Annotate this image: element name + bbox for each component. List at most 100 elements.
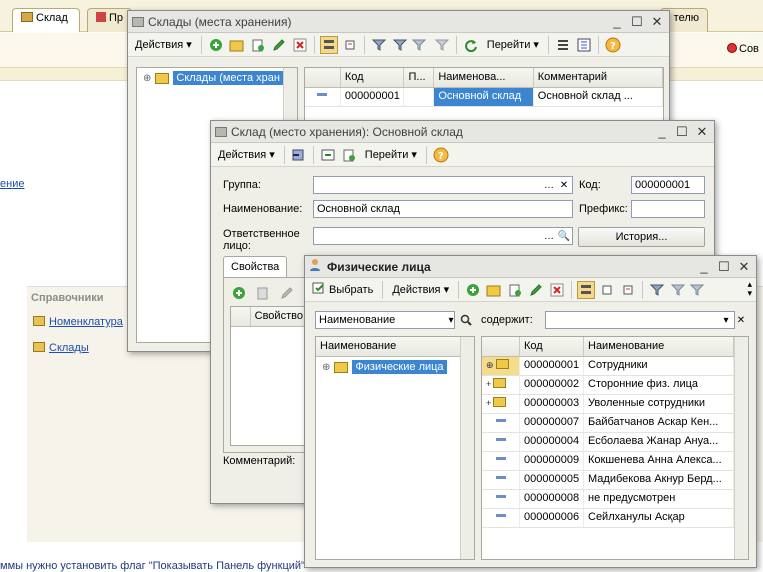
filter-list-icon[interactable] (690, 281, 708, 299)
search-icon[interactable]: 🔍 (556, 228, 572, 244)
copy-icon[interactable] (249, 36, 267, 54)
cell-comment: Основной склад ... (534, 88, 663, 106)
refresh-icon[interactable] (462, 36, 480, 54)
contains-field[interactable] (545, 311, 735, 329)
search-icon[interactable] (458, 312, 474, 328)
filter-icon[interactable] (370, 36, 388, 54)
col-code[interactable]: Код (520, 337, 584, 356)
search-field-select[interactable]: Наименование (315, 311, 455, 329)
name-field[interactable]: Основной склад (313, 200, 573, 218)
minimize-icon[interactable]: _ (654, 124, 670, 140)
minimize-icon[interactable]: _ (696, 259, 712, 275)
tab-second[interactable]: Пр (87, 8, 132, 32)
edit-icon[interactable] (280, 286, 294, 303)
table-row[interactable]: ⊕ 000000001 Сотрудники (482, 357, 748, 376)
col-property[interactable]: Свойство (251, 307, 309, 326)
copy-icon[interactable] (506, 281, 524, 299)
level-up-icon[interactable] (619, 281, 637, 299)
delete-icon[interactable] (548, 281, 566, 299)
col-p[interactable]: П... (404, 68, 435, 87)
edit-icon[interactable] (270, 36, 288, 54)
responsible-field[interactable] (313, 227, 573, 245)
list-scrollbar[interactable] (734, 337, 748, 559)
folder-icon (155, 72, 170, 84)
add-icon[interactable] (464, 281, 482, 299)
chevron-down-icon[interactable]: ▾ (718, 312, 734, 328)
col-name[interactable]: Наименова... (434, 68, 534, 87)
filter-set-icon[interactable] (391, 36, 409, 54)
hierarchy-icon[interactable] (341, 36, 359, 54)
group-field[interactable] (313, 176, 573, 194)
goto-menu[interactable]: Перейти ▾ (361, 145, 421, 165)
add-folder-icon[interactable] (485, 281, 503, 299)
table-row[interactable]: 000000001 Основной склад Основной склад … (305, 88, 663, 107)
filter-icon[interactable] (648, 281, 666, 299)
code-field[interactable]: 000000001 (631, 176, 705, 194)
edit-icon[interactable] (527, 281, 545, 299)
col-code[interactable]: Код (341, 68, 405, 87)
delete-icon[interactable] (291, 36, 309, 54)
help-icon[interactable]: ? (432, 146, 450, 164)
tab-properties[interactable]: Свойства (223, 256, 287, 278)
clear-icon[interactable]: ✕ (733, 312, 749, 328)
col-name[interactable]: Наименование (584, 337, 734, 356)
tree-mode-icon[interactable] (319, 35, 338, 54)
warehouse-icon (33, 342, 45, 352)
tab-sklad[interactable]: Склад (12, 8, 80, 32)
col-comment[interactable]: Комментарий (534, 68, 663, 87)
maximize-icon[interactable]: ☐ (716, 259, 732, 275)
save-close-icon[interactable] (290, 146, 308, 164)
filter-list-icon[interactable] (411, 36, 430, 54)
add-icon[interactable] (207, 36, 225, 54)
close-icon[interactable]: ✕ (694, 124, 710, 140)
link-nomenclature[interactable]: Номенклатура (33, 316, 123, 328)
link-sklady[interactable]: Склады (33, 342, 89, 354)
hierarchy-icon[interactable] (598, 281, 616, 299)
add-folder-icon[interactable] (228, 36, 246, 54)
select-button[interactable]: Выбрать (308, 280, 377, 300)
expand-icon[interactable]: ⊕ (322, 362, 330, 373)
history-button[interactable]: История... (578, 227, 705, 247)
tree-scrollbar[interactable] (460, 337, 474, 559)
maximize-icon[interactable]: ☐ (674, 124, 690, 140)
table-row[interactable]: 000000005 Мадибекова Акнур Берд... (482, 471, 748, 490)
table-row[interactable]: 000000006 Сейлханулы Асқар (482, 509, 748, 528)
goto-menu[interactable]: Перейти ▾ (483, 35, 543, 55)
left-link[interactable]: ение (0, 178, 24, 190)
minimize-icon[interactable]: _ (609, 14, 625, 30)
tree-header-name[interactable]: Наименование (316, 337, 460, 356)
tree-row[interactable]: ⊕ Склады (места хран (137, 68, 297, 88)
copy-icon[interactable] (340, 146, 358, 164)
actions-menu[interactable]: Действия ▾ (388, 280, 453, 300)
table-row[interactable]: 000000008 не предусмотрен (482, 490, 748, 509)
tree-mode-icon[interactable] (577, 280, 596, 299)
reread-icon[interactable] (319, 146, 337, 164)
list-settings-icon[interactable] (554, 36, 572, 54)
actions-menu[interactable]: Действия ▾ (214, 145, 279, 165)
help-icon[interactable]: ? (604, 36, 622, 54)
filter-clear-icon[interactable] (433, 36, 451, 54)
table-row[interactable]: +000000003 Уволенные сотрудники (482, 395, 748, 414)
filter-set-icon[interactable] (669, 281, 687, 299)
prefix-field[interactable] (631, 200, 705, 218)
add-icon[interactable] (232, 286, 246, 303)
expand-icon[interactable]: ⊕ (143, 73, 151, 84)
select-button-icon[interactable]: … (541, 177, 557, 193)
select-button-icon[interactable]: … (541, 228, 557, 244)
table-row[interactable]: +000000002 Сторонние физ. лица (482, 376, 748, 395)
toolbar-overflow-icon[interactable]: ▴ ▾ (747, 280, 752, 298)
table-row[interactable]: 000000004 Есболаева Жанар Ануа... (482, 433, 748, 452)
copy-icon[interactable] (256, 286, 270, 303)
toolbar-right-button[interactable]: Сов (727, 43, 759, 55)
maximize-icon[interactable]: ☐ (629, 14, 645, 30)
actions-menu[interactable]: Действия ▾ (131, 35, 196, 55)
clear-icon[interactable]: ✕ (556, 177, 572, 193)
close-icon[interactable]: ✕ (649, 14, 665, 30)
table-row[interactable]: 000000009 Кокшенева Анна Алекса... (482, 452, 748, 471)
tree-row[interactable]: ⊕ Физические лица (316, 357, 474, 377)
close-icon[interactable]: ✕ (736, 259, 752, 275)
columns-icon[interactable] (575, 36, 593, 54)
chevron-down-icon[interactable]: ▾ (443, 312, 459, 328)
warehouse-form-titlebar: Склад (место хранения): Основной склад _… (211, 121, 714, 143)
table-row[interactable]: 000000007 Байбатчанов Аскар Кен... (482, 414, 748, 433)
